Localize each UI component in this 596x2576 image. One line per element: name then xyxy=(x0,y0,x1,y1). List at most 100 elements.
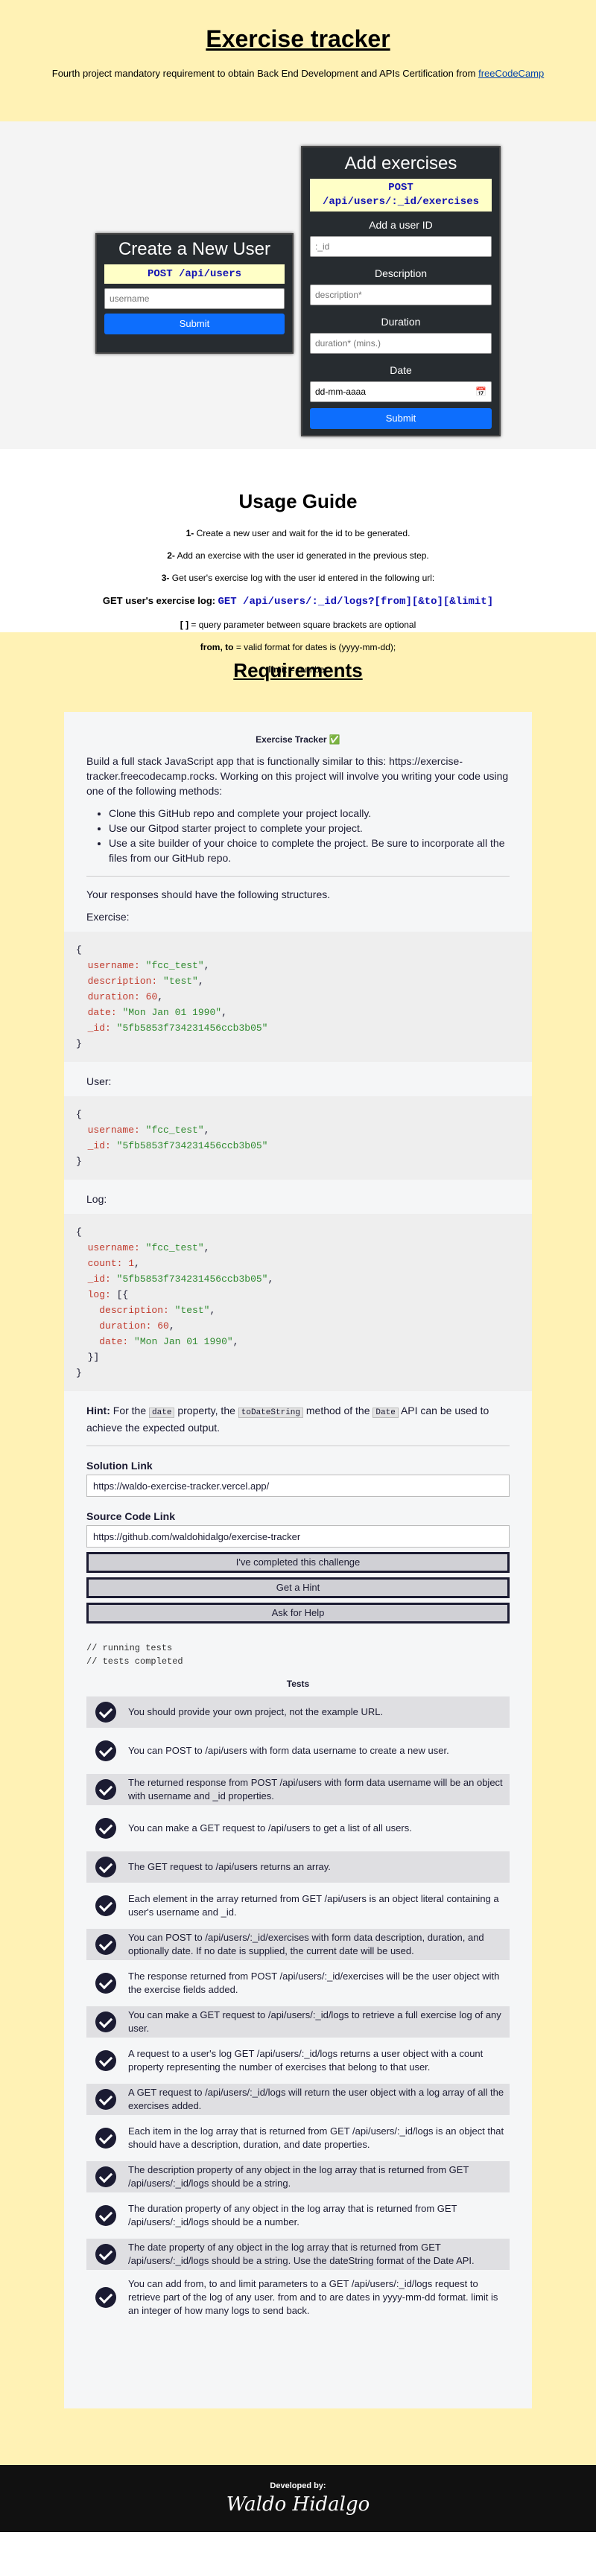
test-row: You can make a GET request to /api/users… xyxy=(86,2006,510,2038)
test-row: A GET request to /api/users/:_id/logs wi… xyxy=(86,2084,510,2115)
test-text: A GET request to /api/users/:_id/logs wi… xyxy=(128,2087,504,2111)
check-icon xyxy=(95,1702,116,1723)
create-user-submit-button[interactable]: Submit xyxy=(104,314,285,334)
requirements-title: Requirements xyxy=(233,659,363,681)
test-text: Each element in the array returned from … xyxy=(128,1893,499,1918)
header: Exercise tracker Fourth project mandator… xyxy=(0,0,596,121)
test-row: You can POST to /api/users/:_id/exercise… xyxy=(86,1929,510,1960)
exercise-label: Exercise: xyxy=(86,911,130,923)
developed-by-label: Developed by: xyxy=(270,2481,326,2490)
usage-guide: Usage Guide 1- Create a new user and wai… xyxy=(0,449,596,675)
log-label: Log: xyxy=(86,1193,107,1205)
test-row: The response returned from POST /api/use… xyxy=(86,1968,510,1999)
check-icon xyxy=(95,1895,116,1916)
check-icon xyxy=(95,2128,116,2149)
test-row: You can POST to /api/users with form dat… xyxy=(86,1735,510,1766)
test-row: Each element in the array returned from … xyxy=(86,1890,510,1921)
add-exercise-card: Add exercises POST/api/users/:_id/exerci… xyxy=(301,146,501,436)
check-icon xyxy=(95,1973,116,1994)
test-console: // running tests// tests completed xyxy=(86,1643,183,1667)
forms-section: Create a New User POST /api/users Submit… xyxy=(0,121,596,449)
test-row: The date property of any object in the l… xyxy=(86,2239,510,2270)
user-label: User: xyxy=(86,1075,112,1087)
test-row: The returned response from POST /api/use… xyxy=(86,1774,510,1805)
test-text: You can add from, to and limit parameter… xyxy=(128,2278,498,2316)
duration-label: Duration xyxy=(381,316,421,328)
usage-step-3: 3- Get user's exercise log with the user… xyxy=(161,573,435,583)
test-row: You can make a GET request to /api/users… xyxy=(86,1813,510,1844)
requirements-section: Requirements Exercise Tracker ✅ Build a … xyxy=(0,632,596,2465)
test-text: You can make a GET request to /api/users… xyxy=(128,1822,412,1834)
description-label: Description xyxy=(374,267,428,279)
test-text: The returned response from POST /api/use… xyxy=(128,1777,503,1801)
check-icon xyxy=(95,1818,116,1839)
duration-input[interactable] xyxy=(310,333,492,354)
usage-log-endpoint: GET user's exercise log: GET /api/users/… xyxy=(102,595,494,608)
test-text: The description property of any object i… xyxy=(128,2164,469,2189)
test-row: The description property of any object i… xyxy=(86,2161,510,2192)
source-code-link-input[interactable]: https://github.com/waldohidalgo/exercise… xyxy=(86,1525,510,1548)
solution-link-input[interactable]: https://waldo-exercise-tracker.vercel.ap… xyxy=(86,1475,510,1497)
test-row: Each item in the log array that is retur… xyxy=(86,2122,510,2154)
test-text: A request to a user's log GET /api/users… xyxy=(128,2048,484,2073)
check-icon xyxy=(95,2205,116,2226)
add-exercise-title: Add exercises xyxy=(344,153,457,174)
signature: Waldo Hidalgo xyxy=(226,2493,370,2516)
method-item: Use our Gitpod starter project to comple… xyxy=(109,821,510,836)
check-icon xyxy=(95,1934,116,1955)
usage-step-1: 1- Create a new user and wait for the id… xyxy=(186,528,410,538)
freecodecamp-link[interactable]: freeCodeCamp xyxy=(478,68,544,79)
create-user-title: Create a New User xyxy=(118,239,271,259)
username-input[interactable] xyxy=(104,288,285,309)
calendar-icon[interactable]: 📅 xyxy=(475,387,486,397)
page-subtitle: Fourth project mandatory requirement to … xyxy=(51,68,545,79)
method-item: Use a site builder of your choice to com… xyxy=(109,836,510,865)
solution-link-label: Solution Link xyxy=(86,1460,153,1472)
description-input[interactable] xyxy=(310,284,492,305)
log-code-block: { username: "fcc_test", count: 1, _id: "… xyxy=(64,1214,532,1391)
user-code-block: { username: "fcc_test", _id: "5fb5853f73… xyxy=(64,1096,532,1180)
get-hint-button[interactable]: Get a Hint xyxy=(86,1577,510,1598)
usage-title: Usage Guide xyxy=(238,490,358,512)
source-code-link-label: Source Code Link xyxy=(86,1510,176,1522)
check-icon xyxy=(95,2089,116,2110)
check-icon xyxy=(95,2244,116,2265)
user-id-label: Add a user ID xyxy=(369,219,433,231)
add-exercise-endpoint: POST/api/users/:_id/exercises xyxy=(310,179,492,212)
tests-list: You should provide your own project, not… xyxy=(86,1696,510,2318)
ask-for-help-button[interactable]: Ask for Help xyxy=(86,1603,510,1623)
add-exercise-submit-button[interactable]: Submit xyxy=(310,408,492,429)
test-text: Each item in the log array that is retur… xyxy=(128,2125,504,2150)
check-icon xyxy=(95,1779,116,1800)
date-input[interactable]: dd-mm-aaaa 📅 xyxy=(310,381,492,402)
fcc-challenge-panel: Exercise Tracker ✅ Build a full stack Ja… xyxy=(64,712,532,2408)
hint-text: Hint: For the date property, the toDateS… xyxy=(86,1405,489,1434)
complete-challenge-button[interactable]: I've completed this challenge xyxy=(86,1552,510,1573)
test-row: The GET request to /api/users returns an… xyxy=(86,1851,510,1883)
create-user-endpoint: POST /api/users xyxy=(104,264,285,284)
date-label: Date xyxy=(390,364,412,376)
divider xyxy=(86,876,510,877)
usage-note-brackets: [ ] = query parameter between square bra… xyxy=(180,620,416,630)
structures-text: Your responses should have the following… xyxy=(86,888,331,900)
test-row: The duration property of any object in t… xyxy=(86,2200,510,2231)
method-item: Clone this GitHub repo and complete your… xyxy=(109,806,510,821)
test-text: The GET request to /api/users returns an… xyxy=(128,1861,331,1872)
check-icon xyxy=(95,2166,116,2187)
check-icon xyxy=(95,2050,116,2071)
check-icon xyxy=(95,2011,116,2032)
methods-list: Clone this GitHub repo and complete your… xyxy=(109,806,510,865)
test-text: You can POST to /api/users with form dat… xyxy=(128,1745,449,1756)
exercise-code-block: { username: "fcc_test", description: "te… xyxy=(64,932,532,1062)
check-icon xyxy=(95,2287,116,2308)
test-text: The date property of any object in the l… xyxy=(128,2242,475,2266)
check-icon xyxy=(95,1740,116,1761)
page-title: Exercise tracker xyxy=(206,25,390,52)
test-text: The response returned from POST /api/use… xyxy=(128,1971,500,1995)
test-text: You should provide your own project, not… xyxy=(128,1706,384,1717)
tests-title: Tests xyxy=(286,1679,310,1689)
test-row: You should provide your own project, not… xyxy=(86,1696,510,1728)
test-text: You can make a GET request to /api/users… xyxy=(128,2009,501,2034)
check-circle-icon: ✅ xyxy=(329,734,340,745)
user-id-input[interactable] xyxy=(310,236,492,257)
